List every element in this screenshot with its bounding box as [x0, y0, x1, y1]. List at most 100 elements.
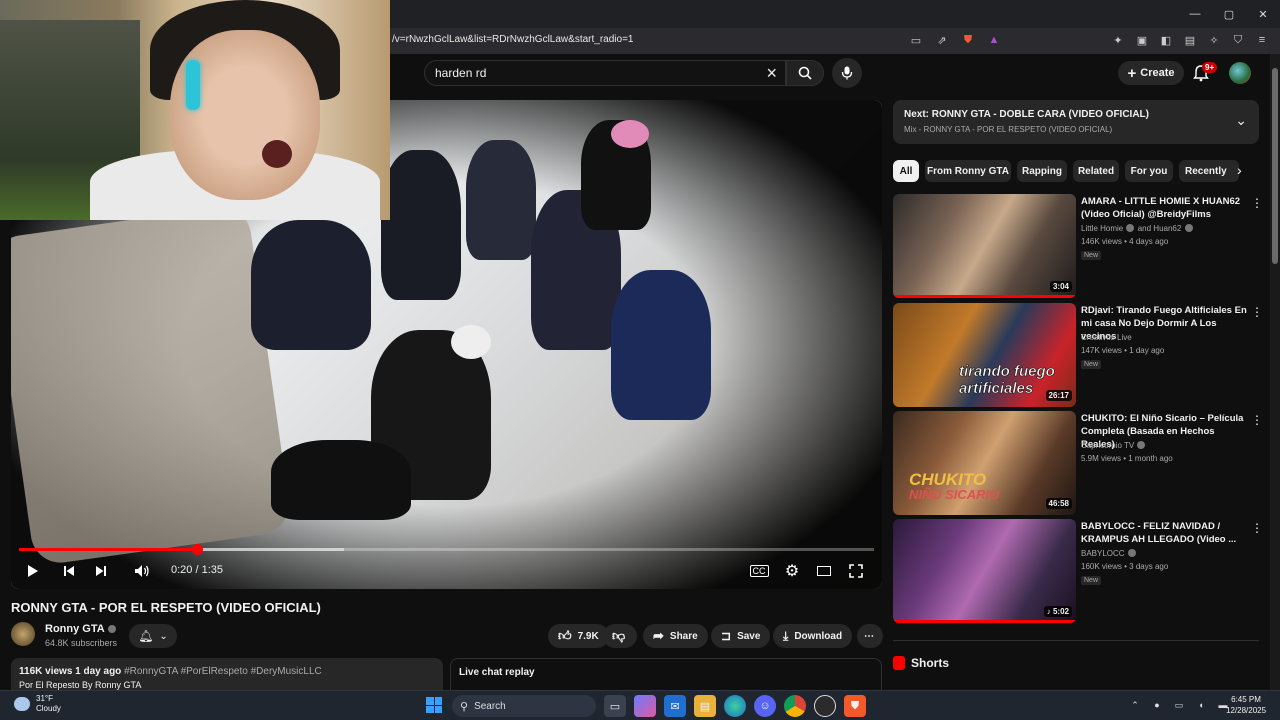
brave-rewards-icon[interactable]: ▲: [986, 32, 1002, 48]
more-actions-button[interactable]: ⋯: [857, 624, 883, 648]
chevron-right-icon[interactable]: ›: [1237, 162, 1242, 178]
file-explorer-icon[interactable]: ▤: [694, 695, 716, 717]
rec-channel[interactable]: Capricornio TV: [1081, 441, 1146, 450]
chevron-down-icon[interactable]: ⌄: [1235, 112, 1247, 129]
clear-search-icon[interactable]: ×: [766, 63, 777, 84]
voice-search-button[interactable]: [832, 58, 862, 88]
recommendation-item[interactable]: 3:04 AMARA - LITTLE HOMIE X HUAN62 (Vide…: [893, 194, 1263, 298]
account-avatar[interactable]: [1229, 62, 1251, 84]
chrome-icon[interactable]: [784, 695, 806, 717]
download-button[interactable]: ⤓ Download: [773, 624, 853, 648]
url-text[interactable]: /v=rNwzhGclLaw&list=RDrNwzhGclLaw&start_…: [392, 34, 633, 45]
wallet-icon[interactable]: ▤: [1182, 32, 1198, 48]
chip-for-you[interactable]: For you: [1125, 160, 1173, 182]
rec-channel[interactable]: BABYLOCC: [1081, 549, 1137, 558]
leo-ai-icon[interactable]: ✧: [1206, 32, 1222, 48]
duration-text: 5:02: [1052, 607, 1069, 616]
dislike-button[interactable]: 👎︎: [603, 624, 637, 648]
rec-channel-collab[interactable]: and Huan62: [1138, 224, 1182, 233]
search-button[interactable]: [786, 60, 824, 86]
share-button[interactable]: ➦ Share: [643, 624, 708, 648]
rec-title[interactable]: AMARA - LITTLE HOMIE X HUAN62 (Video Ofi…: [1081, 195, 1249, 221]
brave-shield-icon[interactable]: ⛊: [960, 32, 976, 48]
task-view-icon[interactable]: ▭: [604, 695, 626, 717]
share-page-icon[interactable]: ⇗: [934, 32, 950, 48]
menu-icon[interactable]: ≡: [1254, 32, 1270, 48]
divider: [893, 640, 1259, 641]
video-thumbnail[interactable]: 3:04: [893, 194, 1076, 298]
video-thumbnail[interactable]: ♪ 5:02: [893, 519, 1076, 623]
sidebar-icon[interactable]: ◧: [1158, 32, 1174, 48]
rec-channel[interactable]: Creativos Live: [1081, 333, 1132, 342]
rec-channel-name[interactable]: Capricornio TV: [1081, 441, 1134, 450]
recommendation-item[interactable]: tirando fuego artificiales 26:17 RDjavi: …: [893, 303, 1263, 407]
settings-button[interactable]: ⚙: [782, 558, 802, 584]
chip-recently[interactable]: Recently: [1179, 160, 1239, 182]
fullscreen-button[interactable]: [846, 558, 866, 584]
chip-related[interactable]: Related: [1073, 160, 1119, 182]
chip-all[interactable]: All: [893, 160, 919, 182]
rec-title[interactable]: BABYLOCC - FELIZ NAVIDAD / KRAMPUS AH LL…: [1081, 520, 1249, 546]
cast-icon[interactable]: ▭: [908, 32, 924, 48]
close-window-button[interactable]: ✕: [1246, 0, 1280, 28]
duration-badge: 46:58: [1045, 498, 1072, 509]
extensions-icon[interactable]: ✦: [1110, 32, 1126, 48]
taskbar-apps: ▭ ✉ ▤ ☺ ⛊: [604, 695, 866, 717]
edge-icon[interactable]: [724, 695, 746, 717]
mix-playlist-panel[interactable]: Next: RONNY GTA - DOBLE CARA (VIDEO OFIC…: [893, 100, 1259, 144]
vpn-icon[interactable]: ⛉: [1230, 32, 1246, 48]
rec-views: 146K views • 4 days ago: [1081, 237, 1169, 246]
subscription-bell-button[interactable]: 🔔︎ ⌄: [129, 624, 177, 648]
discord-icon[interactable]: ☺: [754, 695, 776, 717]
minimize-button[interactable]: —: [1178, 0, 1212, 28]
recommendation-item[interactable]: ♪ 5:02 BABYLOCC - FELIZ NAVIDAD / KRAMPU…: [893, 519, 1263, 623]
chip-from-ronny-gta[interactable]: From Ronny GTA: [925, 160, 1011, 182]
miniplayer-button[interactable]: [814, 558, 834, 584]
video-thumbnail[interactable]: CHUKITO NIÑO SICARIO 46:58: [893, 411, 1076, 515]
tab-groups-icon[interactable]: ▣: [1134, 32, 1150, 48]
chip-rapping[interactable]: Rapping: [1017, 160, 1067, 182]
taskbar-search[interactable]: ⚲ Search: [452, 695, 596, 717]
bookmark-icon: ⊐: [721, 629, 732, 643]
chevron-up-icon[interactable]: ⌃: [1128, 698, 1142, 712]
previous-button[interactable]: [59, 558, 79, 584]
brave-icon[interactable]: ⛊: [844, 695, 866, 717]
hashtags[interactable]: #RonnyGTA #PorElRespeto #DeryMusicLLC: [124, 666, 322, 677]
taskbar-clock[interactable]: 6:45 PM 12/28/2025: [1226, 694, 1266, 716]
maximize-button[interactable]: ▢: [1212, 0, 1246, 28]
create-button[interactable]: + Create: [1118, 61, 1184, 85]
play-button[interactable]: [23, 558, 43, 584]
like-button[interactable]: 👍︎ 7.9K: [548, 624, 609, 648]
more-vertical-icon[interactable]: ⋮: [1251, 196, 1263, 210]
progress-played: [19, 548, 197, 551]
rec-channel[interactable]: Little Homie and Huan62: [1081, 224, 1194, 233]
network-icon[interactable]: ▭: [1172, 698, 1186, 712]
video-thumbnail[interactable]: tirando fuego artificiales 26:17: [893, 303, 1076, 407]
page-scrollbar[interactable]: [1270, 54, 1280, 690]
volume-button[interactable]: [131, 558, 153, 584]
obs-icon[interactable]: [814, 695, 836, 717]
more-vertical-icon[interactable]: ⋮: [1251, 521, 1263, 535]
search-box[interactable]: harden rd ×: [424, 60, 786, 86]
volume-icon[interactable]: ◖: [1194, 698, 1208, 712]
start-button[interactable]: [426, 697, 442, 713]
next-button[interactable]: [91, 558, 111, 584]
channel-avatar[interactable]: [11, 622, 35, 646]
weather-widget[interactable]: 31°F Cloudy: [14, 694, 61, 714]
scrollbar-thumb[interactable]: [1272, 68, 1278, 264]
captions-button[interactable]: CC: [749, 558, 769, 584]
save-button[interactable]: ⊐ Save: [711, 624, 771, 648]
more-vertical-icon[interactable]: ⋮: [1251, 413, 1263, 427]
channel-name[interactable]: Ronny GTA: [45, 623, 117, 635]
scrubber-handle[interactable]: [191, 544, 203, 555]
recommendation-item[interactable]: CHUKITO NIÑO SICARIO 46:58 CHUKITO: El Ni…: [893, 411, 1263, 515]
rec-channel-name[interactable]: Little Homie: [1081, 224, 1123, 233]
rec-channel-name[interactable]: BABYLOCC: [1081, 549, 1125, 558]
search-input[interactable]: harden rd: [435, 66, 486, 80]
outlook-icon[interactable]: ✉: [664, 695, 686, 717]
copilot-icon[interactable]: [634, 695, 656, 717]
microphone-icon[interactable]: ●: [1150, 698, 1164, 712]
more-vertical-icon[interactable]: ⋮: [1251, 305, 1263, 319]
channel-name-text[interactable]: Ronny GTA: [45, 623, 104, 635]
chevron-down-icon: ⌄: [159, 630, 168, 642]
